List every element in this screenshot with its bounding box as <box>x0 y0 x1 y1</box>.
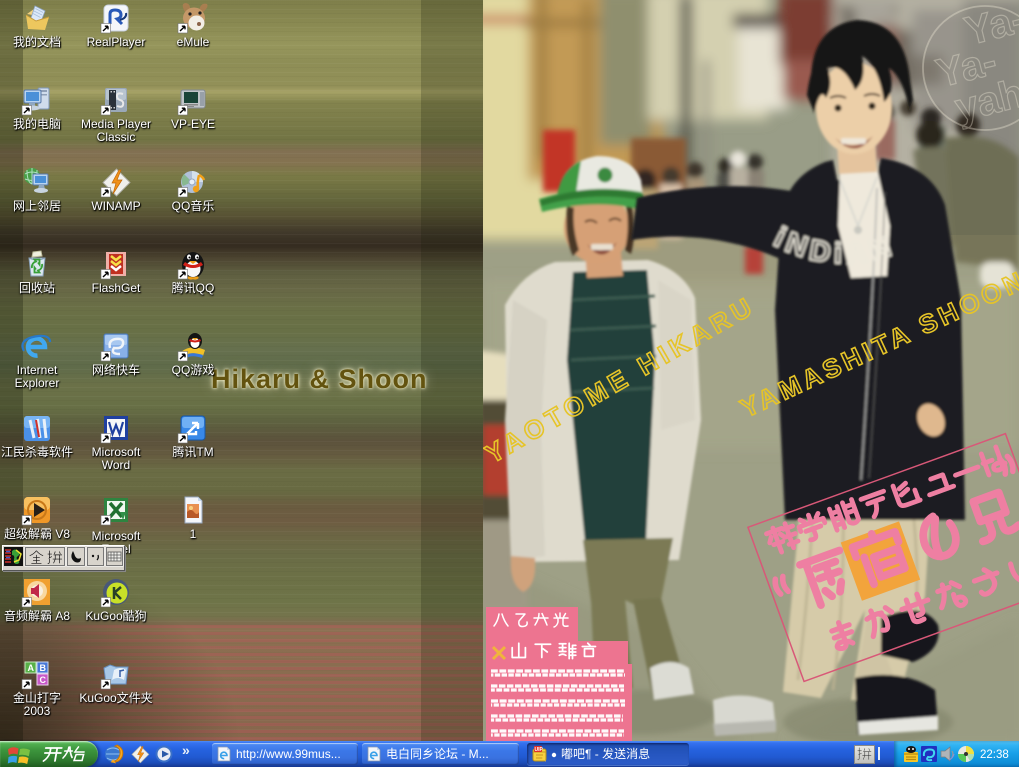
svg-text:C: C <box>40 675 47 685</box>
svg-text:A: A <box>28 663 35 673</box>
svg-text:UIP: UIP <box>535 747 544 753</box>
svg-text:»: » <box>182 742 190 758</box>
svg-text:http://www.99mus...: http://www.99mus... <box>236 747 341 761</box>
svg-text:嘟吧¶ - 发送消息: 嘟吧¶ - 发送消息 <box>561 746 650 761</box>
svg-text:B: B <box>40 663 47 673</box>
svg-text:电白同乡论坛 - M...: 电白同乡论坛 - M... <box>386 746 489 761</box>
svg-text:22:38: 22:38 <box>980 749 1009 761</box>
